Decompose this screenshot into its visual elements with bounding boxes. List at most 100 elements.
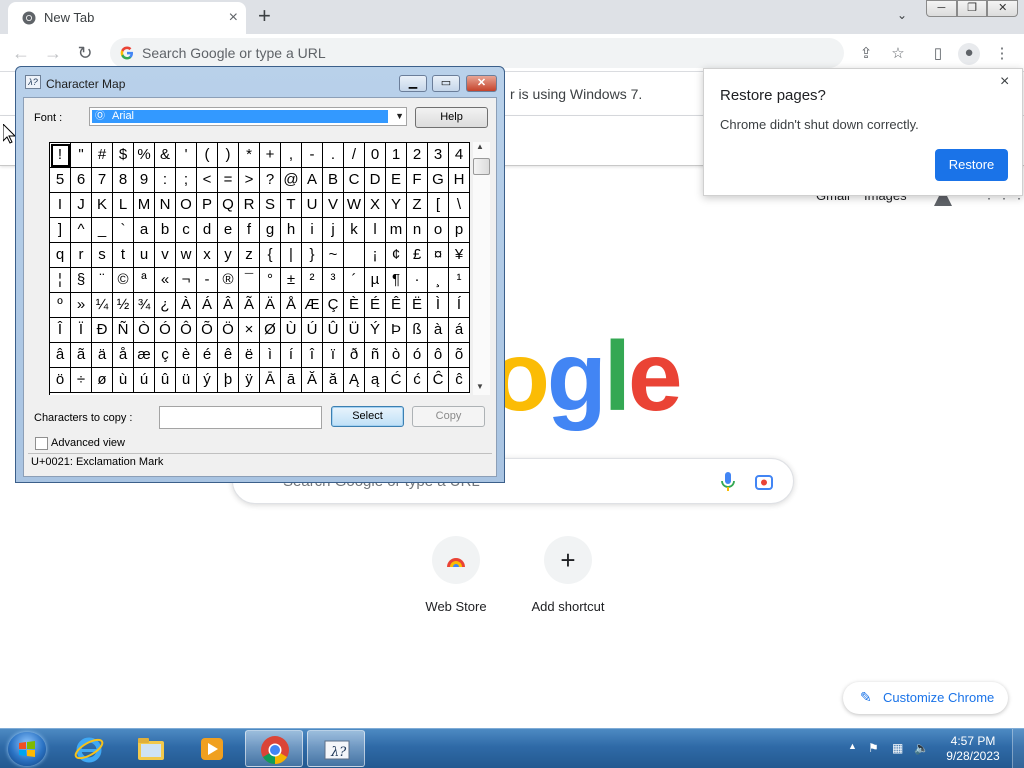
reload-icon[interactable]: ↻ [72,40,98,66]
character-cell[interactable]: Ê [386,293,407,318]
character-cell[interactable]: ą [365,368,386,393]
character-cell[interactable]: + [260,143,281,168]
taskbar-chrome[interactable] [245,730,303,767]
character-cell[interactable]: I [50,193,71,218]
character-cell[interactable]: ñ [365,343,386,368]
character-cell[interactable]: Ø [260,318,281,343]
tab-search-chevron-icon[interactable]: ⌄ [897,8,907,22]
character-cell[interactable]: ½ [113,293,134,318]
character-cell[interactable]: Í [449,293,470,318]
character-cell[interactable]: µ [365,268,386,293]
character-cell[interactable]: Ñ [113,318,134,343]
character-cell[interactable]: Z [407,193,428,218]
character-cell[interactable]: é [197,343,218,368]
grid-scrollbar[interactable]: ▲ ▼ [473,142,490,395]
character-cell[interactable]: ò [386,343,407,368]
character-cell[interactable]: Ā [260,368,281,393]
character-cell[interactable]: r [71,243,92,268]
character-cell[interactable]: R [239,193,260,218]
character-cell[interactable]: É [365,293,386,318]
character-cell[interactable]: ç [155,343,176,368]
character-cell[interactable]: ĉ [449,368,470,393]
close-icon[interactable]: × [1000,73,1009,91]
character-cell[interactable]: 8 [113,168,134,193]
character-cell[interactable]: y [218,243,239,268]
character-cell[interactable]: ÷ [71,368,92,393]
advanced-view-checkbox[interactable] [35,437,48,450]
character-cell[interactable]: 4 [449,143,470,168]
minimize-button[interactable]: ─ [926,0,957,17]
character-cell[interactable]: < [197,168,218,193]
character-cell[interactable]: å [113,343,134,368]
character-cell[interactable]: £ [407,243,428,268]
character-cell[interactable]: ã [71,343,92,368]
character-cell[interactable]: ¦ [50,268,71,293]
network-icon[interactable]: ▦ [892,741,903,755]
shortcut-add[interactable]: + Add shortcut [513,536,623,614]
character-cell[interactable]: § [71,268,92,293]
character-cell[interactable]: · [407,268,428,293]
character-cell[interactable]: Y [386,193,407,218]
character-cell[interactable]: ß [407,318,428,343]
copy-button[interactable]: Copy [412,406,485,427]
character-cell[interactable]: P [197,193,218,218]
character-cell[interactable]: è [176,343,197,368]
taskbar-clock[interactable]: 4:57 PM 9/28/2023 [938,734,1008,764]
character-cell[interactable]: ´ [344,268,365,293]
character-cell[interactable]: ¥ [449,243,470,268]
character-cell[interactable]: # [92,143,113,168]
character-cell[interactable]: } [302,243,323,268]
character-cell[interactable]: ú [134,368,155,393]
character-cell[interactable]: W [344,193,365,218]
character-cell[interactable]: ² [302,268,323,293]
character-cell[interactable]: K [92,193,113,218]
character-cell[interactable]: ¹ [449,268,470,293]
character-cell[interactable]: Ĉ [428,368,449,393]
character-cell[interactable]: ä [92,343,113,368]
character-cell[interactable]: f [239,218,260,243]
maximize-button[interactable]: ▭ [432,75,460,92]
character-cell[interactable]: @ [281,168,302,193]
character-cell[interactable]: Ç [323,293,344,318]
character-cell[interactable] [344,243,365,268]
show-hidden-icons-chevron-icon[interactable]: ▲ [848,741,857,751]
character-cell[interactable]: J [71,193,92,218]
character-cell[interactable]: È [344,293,365,318]
scroll-down-arrow-icon[interactable]: ▼ [476,382,484,391]
character-cell[interactable]: / [344,143,365,168]
character-cell[interactable]: º [50,293,71,318]
character-cell[interactable]: ¨ [92,268,113,293]
character-cell[interactable]: | [281,243,302,268]
character-cell[interactable]: ³ [323,268,344,293]
character-cell[interactable]: ª [134,268,155,293]
character-cell[interactable]: B [323,168,344,193]
character-cell[interactable]: - [302,143,323,168]
character-cell[interactable]: ¡ [365,243,386,268]
character-cell[interactable]: Ì [428,293,449,318]
character-cell[interactable]: Ù [281,318,302,343]
character-cell[interactable]: ø [92,368,113,393]
taskbar-media-player[interactable] [183,730,241,767]
character-cell[interactable]: g [260,218,281,243]
character-cell[interactable]: 9 [134,168,155,193]
character-cell[interactable]: ì [260,343,281,368]
advanced-view-label[interactable]: Advanced view [51,437,125,449]
character-cell[interactable]: ] [50,218,71,243]
character-cell[interactable]: ¯ [239,268,260,293]
character-cell[interactable]: Ò [134,318,155,343]
volume-muted-icon[interactable]: 🔈 [914,741,929,755]
bookmark-star-icon[interactable]: ☆ [888,44,908,64]
character-cell[interactable]: [ [428,193,449,218]
character-cell[interactable]: L [113,193,134,218]
action-center-flag-icon[interactable]: ⚑ [868,741,879,755]
character-cell[interactable]: N [155,193,176,218]
address-bar[interactable]: Search Google or type a URL [110,38,844,68]
character-cell[interactable]: í [281,343,302,368]
character-cell[interactable]: ¼ [92,293,113,318]
character-cell[interactable]: F [407,168,428,193]
character-cell[interactable]: S [260,193,281,218]
tab-close-button[interactable]: × [229,8,238,28]
character-cell[interactable]: ð [344,343,365,368]
character-cell[interactable]: _ [92,218,113,243]
character-cell[interactable]: Á [197,293,218,318]
